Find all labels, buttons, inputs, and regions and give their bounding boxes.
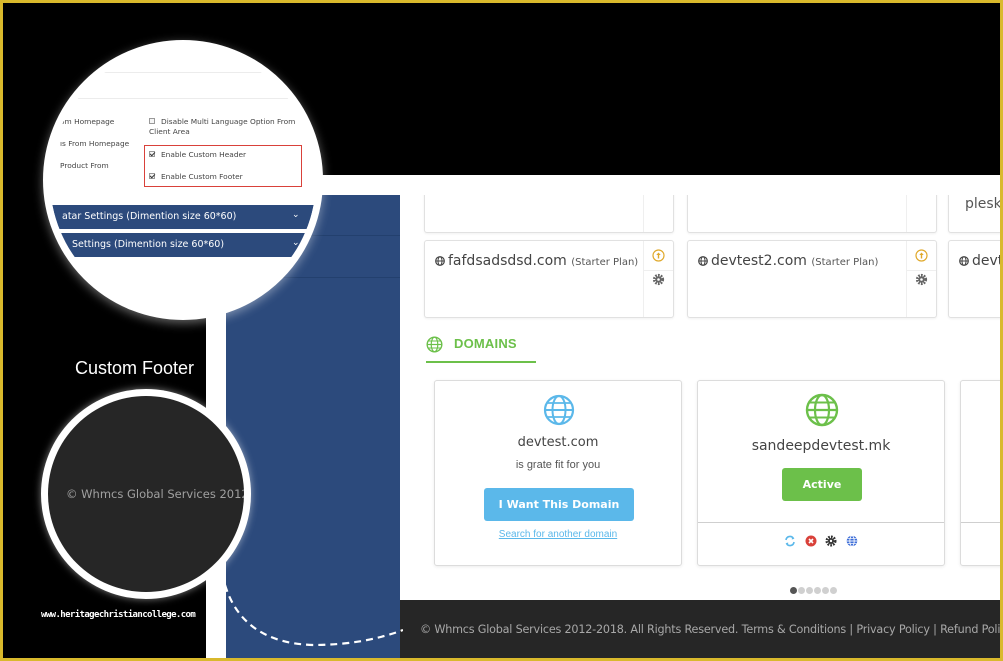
gear-icon[interactable] [652, 273, 665, 286]
globe-icon [426, 336, 443, 353]
upgrade-icon[interactable] [915, 249, 928, 262]
settings-magnifier: om Homepage ıs From Homepage Product Fro… [43, 40, 323, 320]
plesk-logo: plesk [965, 196, 1000, 212]
service-title: devt [959, 253, 1000, 269]
service-card[interactable] [424, 195, 674, 233]
status-badge: Active [782, 468, 862, 501]
service-title: devtest2.com (Starter Plan) [698, 253, 878, 269]
service-card[interactable]: devt [948, 240, 1000, 318]
cancel-icon[interactable] [805, 535, 817, 547]
custom-footer-label: Custom Footer [75, 358, 195, 378]
content-top-edge [206, 175, 1000, 195]
carousel-dot[interactable] [822, 587, 829, 594]
option-label-cont: Client Area [149, 127, 190, 136]
chevron-down-icon: ⌄ [292, 238, 300, 248]
promo-frame: plesk fafdsadsdsd.com (Starter Plan) dev… [3, 3, 1000, 658]
copyright-text: © Whmcs Global Services 2012-2018. All R… [420, 623, 739, 636]
service-actions [643, 195, 673, 232]
domain-suggestion-card: devtest.com is grate fit for you I Want … [434, 380, 682, 566]
service-domain[interactable]: devtest2.com [711, 253, 807, 269]
dns-globe-icon[interactable] [846, 535, 858, 547]
service-domain[interactable]: fafdsadsdsd.com [448, 253, 567, 269]
domain-card [960, 380, 1000, 566]
search-another-domain-link[interactable]: Search for another domain [435, 529, 681, 540]
service-plan: (Starter Plan) [811, 257, 879, 268]
footer-magnifier: © Whmcs Global Services 2012-20 [41, 389, 251, 599]
carousel-dot[interactable] [814, 587, 821, 594]
checkbox[interactable] [149, 118, 155, 124]
privacy-link[interactable]: Privacy Policy [856, 623, 930, 636]
domain-actions [961, 522, 1000, 565]
service-card[interactable]: devtest2.com (Starter Plan) [687, 240, 937, 318]
accordion-avatar-settings[interactable]: atar Settings (Dimention size 60*60) ⌄ [50, 205, 316, 229]
globe-icon [698, 256, 708, 266]
globe-icon [805, 393, 839, 427]
carousel-pagination [790, 581, 838, 599]
domain-subtitle: is grate fit for you [515, 459, 601, 471]
highlight-box [144, 145, 302, 187]
separator: | [846, 623, 857, 636]
service-card-plesk[interactable]: plesk [948, 195, 1000, 233]
gear-icon[interactable] [915, 273, 928, 286]
service-card[interactable]: fafdsadsdsd.com (Starter Plan) [424, 240, 674, 318]
domain-actions [698, 522, 944, 565]
service-actions [906, 195, 936, 232]
disable-multilang-option[interactable]: Disable Multi Language Option From [149, 117, 295, 126]
option-label: Product From [60, 161, 109, 170]
domain-name: devtest.com [517, 435, 599, 450]
chevron-down-icon: ⌄ [292, 210, 300, 220]
globe-icon [543, 394, 575, 426]
service-card[interactable] [687, 195, 937, 233]
domains-title: DOMAINS [454, 336, 517, 351]
carousel-dot[interactable] [806, 587, 813, 594]
globe-icon [959, 256, 969, 266]
service-domain[interactable]: devt [972, 253, 1000, 269]
upgrade-icon[interactable] [652, 249, 665, 262]
carousel-dot[interactable] [790, 587, 797, 594]
globe-icon [435, 256, 445, 266]
accordion-settings[interactable]: Settings (Dimention size 60*60) ⌄ [50, 233, 316, 257]
dashed-arc-decoration [223, 584, 403, 647]
domain-card: sandeepdevtest.mk Active [697, 380, 945, 566]
site-footer: © Whmcs Global Services 2012-2018. All R… [400, 600, 1000, 658]
carousel-dot[interactable] [830, 587, 837, 594]
gear-icon[interactable] [825, 535, 837, 547]
want-domain-button[interactable]: I Want This Domain [484, 488, 634, 521]
renew-icon[interactable] [784, 535, 796, 547]
client-area-content: plesk fafdsadsdsd.com (Starter Plan) dev… [400, 195, 1000, 600]
separator: | [929, 623, 941, 636]
option-label: ıs From Homepage [60, 139, 130, 148]
divider [50, 98, 316, 99]
website-url: www.heritagechristiancollege.com [41, 610, 196, 620]
divider [50, 72, 316, 73]
domains-section-heading: DOMAINS [426, 333, 536, 363]
option-label: om Homepage [60, 117, 115, 126]
refund-link[interactable]: Refund Policy [940, 623, 1000, 636]
service-title: fafdsadsdsd.com (Starter Plan) [435, 253, 638, 269]
carousel-dot[interactable] [798, 587, 805, 594]
footer-text: © Whmcs Global Services 2012-2018. All R… [420, 623, 1000, 636]
terms-link[interactable]: Terms & Conditions [742, 623, 847, 636]
domain-name: sandeepdevtest.mk [751, 438, 891, 454]
service-plan: (Starter Plan) [571, 257, 639, 268]
footer-zoom-text: © Whmcs Global Services 2012-20 [66, 487, 244, 501]
